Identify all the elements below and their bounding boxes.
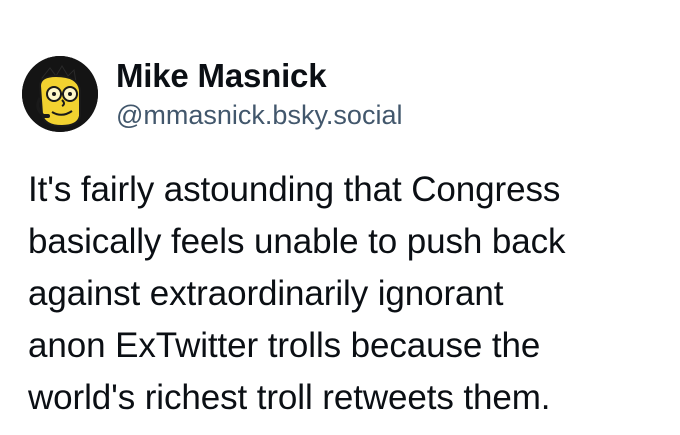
author-avatar[interactable] — [22, 56, 98, 132]
author-display-name[interactable]: Mike Masnick — [116, 56, 402, 96]
post-card: Mike Masnick @mmasnick.bsky.social It's … — [0, 0, 680, 435]
cartoon-avatar-icon — [22, 56, 98, 132]
author-handle[interactable]: @mmasnick.bsky.social — [116, 98, 402, 132]
author-identity: Mike Masnick @mmasnick.bsky.social — [116, 56, 402, 132]
post-body-text: It's fairly astounding that Congress bas… — [28, 170, 566, 417]
post-header: Mike Masnick @mmasnick.bsky.social — [22, 56, 402, 132]
